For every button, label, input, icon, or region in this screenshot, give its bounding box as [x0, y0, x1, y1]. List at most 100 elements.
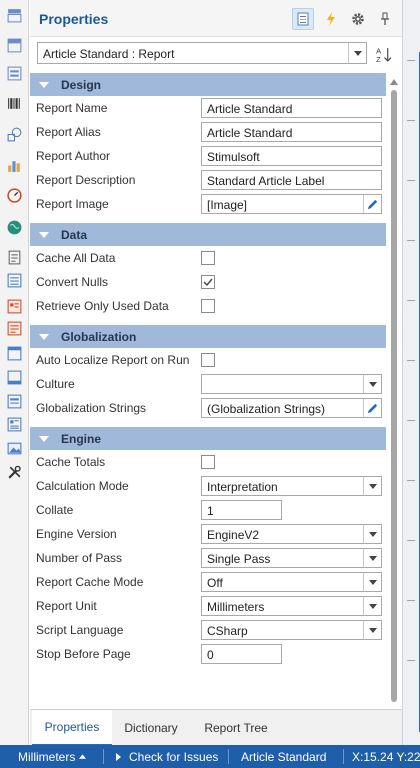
- category-engine[interactable]: Engine: [30, 426, 386, 450]
- property-row-report-cache-mode: Report Cache Mode Off: [30, 570, 386, 594]
- category-data[interactable]: Data: [30, 222, 386, 246]
- property-grid: Design Report Name Article Standard Repo…: [30, 72, 402, 708]
- sort-alphabetically-button[interactable]: AZ: [372, 43, 394, 65]
- chevron-down-icon: [348, 43, 366, 63]
- field-value: Millimeters: [207, 600, 265, 614]
- category-label: Engine: [61, 431, 102, 446]
- property-row-report-description: Report Description Standard Article Labe…: [30, 168, 386, 192]
- field-value: Interpretation: [207, 480, 278, 494]
- cursor-coordinates: X:15.24 Y:22: [352, 749, 420, 764]
- properties-panel: Properties Article Standard : Report AZ …: [30, 0, 402, 746]
- field-value: 1: [207, 504, 214, 518]
- property-row-report-author: Report Author Stimulsoft: [30, 144, 386, 168]
- sub-report-icon[interactable]: [4, 391, 25, 411]
- collate-field[interactable]: 1: [201, 500, 282, 520]
- property-label: Engine Version: [36, 527, 117, 541]
- component-toolbox: [0, 0, 29, 745]
- report-cache-mode-select[interactable]: Off: [201, 572, 382, 592]
- edit-button[interactable]: [363, 195, 381, 213]
- report-unit-select[interactable]: Millimeters: [201, 596, 382, 616]
- convert-nulls-checkbox[interactable]: [201, 275, 215, 289]
- property-row-report-name: Report Name Article Standard: [30, 96, 386, 120]
- gauge-icon[interactable]: [4, 185, 25, 205]
- gear-icon: [352, 13, 364, 25]
- engine-version-select[interactable]: EngineV2: [201, 524, 382, 544]
- report-name-field[interactable]: Article Standard: [201, 98, 382, 118]
- barcode-icon[interactable]: [4, 93, 25, 113]
- table-icon[interactable]: [4, 414, 25, 434]
- rich-text-icon[interactable]: [4, 270, 25, 290]
- report-alias-field[interactable]: Article Standard: [201, 122, 382, 142]
- chevron-down-icon: [363, 525, 381, 543]
- property-row-cache-totals: Cache Totals: [30, 450, 386, 474]
- number-of-pass-select[interactable]: Single Pass: [201, 548, 382, 568]
- sort-az-icon: AZ: [376, 46, 391, 63]
- events-icon: [327, 12, 335, 26]
- property-row-culture: Culture: [30, 372, 386, 396]
- image-icon[interactable]: [4, 438, 25, 458]
- header-band-icon[interactable]: [4, 63, 25, 83]
- property-label: Globalization Strings: [36, 401, 147, 415]
- tab-dictionary[interactable]: Dictionary: [116, 710, 186, 746]
- text-icon[interactable]: [4, 247, 25, 267]
- calculation-mode-select[interactable]: Interpretation: [201, 476, 382, 496]
- category-globalization[interactable]: Globalization: [30, 324, 386, 348]
- tab-report-tree[interactable]: Report Tree: [194, 710, 278, 746]
- check-for-issues-button[interactable]: Check for Issues: [116, 745, 218, 768]
- script-language-select[interactable]: CSharp: [201, 620, 382, 640]
- current-report-name: Article Standard: [241, 749, 327, 764]
- events-view-button[interactable]: [320, 8, 342, 30]
- cache-all-data-checkbox[interactable]: [201, 251, 215, 265]
- property-label: Report Image: [36, 197, 109, 211]
- text-in-cells-icon[interactable]: [4, 296, 25, 316]
- property-row-collate: Collate 1: [30, 498, 386, 522]
- property-row-globalization-strings: Globalization Strings (Globalization Str…: [30, 396, 386, 420]
- tab-properties[interactable]: Properties: [32, 710, 112, 746]
- object-selector[interactable]: Article Standard : Report: [37, 42, 367, 64]
- report-description-field[interactable]: Standard Article Label: [201, 170, 382, 190]
- stop-before-page-field[interactable]: 0: [201, 644, 282, 664]
- scrollbar-thumb[interactable]: [391, 90, 397, 702]
- properties-view-button[interactable]: [292, 8, 314, 30]
- category-design[interactable]: Design: [30, 72, 386, 96]
- shapes-icon[interactable]: [4, 124, 25, 144]
- retrieve-only-used-data-checkbox[interactable]: [201, 299, 215, 313]
- category-label: Data: [61, 227, 88, 242]
- property-label: Auto Localize Report on Run: [36, 353, 190, 367]
- chart-icon[interactable]: [4, 155, 25, 175]
- property-label: Report Author: [36, 149, 111, 163]
- tools-icon[interactable]: [4, 462, 25, 482]
- units-label: Millimeters: [18, 749, 76, 764]
- play-arrow-icon: [116, 752, 121, 761]
- panel-title: Properties: [39, 11, 109, 27]
- property-label: Report Alias: [36, 125, 101, 139]
- culture-select[interactable]: [201, 374, 382, 394]
- report-title-band-icon[interactable]: [4, 5, 25, 25]
- property-label: Culture: [36, 377, 75, 391]
- pin-button[interactable]: [374, 8, 396, 30]
- chevron-down-icon: [363, 549, 381, 567]
- panel-icon[interactable]: [4, 343, 25, 363]
- collapse-chevron-icon: [39, 435, 49, 442]
- report-image-field[interactable]: [Image]: [201, 194, 382, 214]
- auto-localize-checkbox[interactable]: [201, 353, 215, 367]
- property-label: Report Cache Mode: [36, 575, 144, 589]
- globalization-strings-field[interactable]: (Globalization Strings): [201, 398, 382, 418]
- settings-button[interactable]: [347, 8, 369, 30]
- units-menu[interactable]: Millimeters: [18, 745, 87, 768]
- property-label: Cache Totals: [36, 455, 106, 469]
- page-header-band-icon[interactable]: [4, 35, 25, 55]
- container-icon[interactable]: [4, 367, 25, 387]
- chevron-down-icon: [363, 597, 381, 615]
- property-label: Collate: [36, 503, 74, 517]
- image-text-icon[interactable]: [4, 318, 25, 338]
- map-globe-icon[interactable]: [4, 217, 25, 237]
- cache-totals-checkbox[interactable]: [201, 455, 215, 469]
- edit-button[interactable]: [363, 399, 381, 417]
- property-label: Convert Nulls: [36, 275, 109, 289]
- property-grid-scrollbar[interactable]: [390, 76, 398, 706]
- category-label: Design: [61, 77, 102, 92]
- scroll-up-icon[interactable]: [390, 79, 398, 85]
- report-author-field[interactable]: Stimulsoft: [201, 146, 382, 166]
- panel-header: Properties: [30, 0, 402, 37]
